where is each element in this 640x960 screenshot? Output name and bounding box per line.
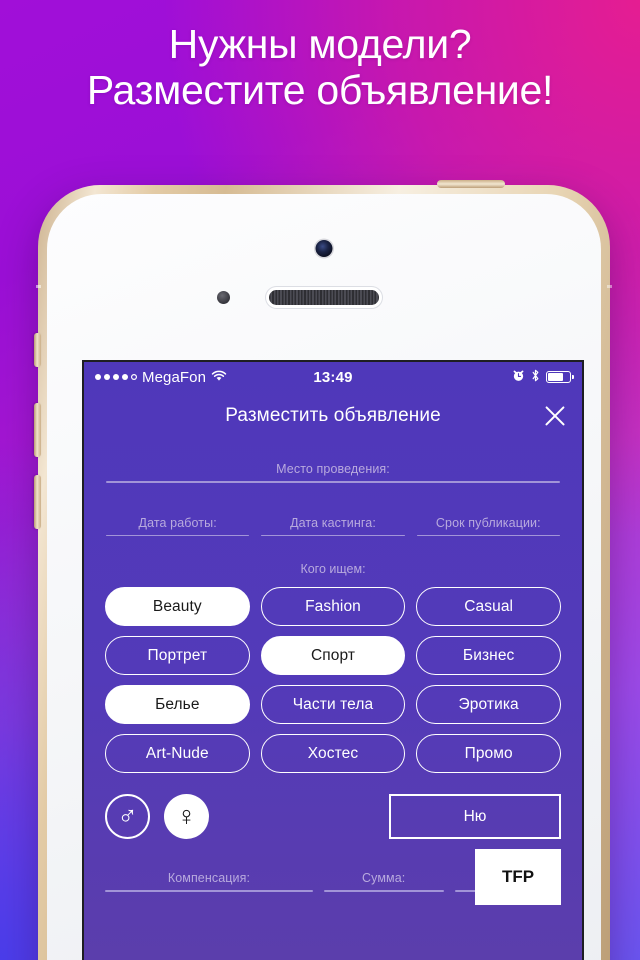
compensation-label: Компенсация: [167, 871, 251, 886]
work-date-input-underline[interactable] [106, 534, 250, 537]
category-pill[interactable]: Белье [105, 685, 250, 725]
category-pill[interactable]: Эротика [416, 685, 561, 725]
phone-mockup: MegaFon 13:49 Разместить объявление Мест… [34, 180, 612, 960]
female-symbol-icon: ♀ [176, 801, 197, 832]
category-pill[interactable]: Casual [416, 587, 561, 627]
category-pill[interactable]: Fashion [260, 587, 406, 627]
phone-frame: MegaFon 13:49 Разместить объявление Мест… [34, 180, 612, 960]
amount-input-underline[interactable] [323, 890, 444, 892]
gender-female-button[interactable]: ♀ [164, 794, 209, 840]
amount-label: Сумма: [362, 871, 406, 886]
alarm-clock-icon [512, 369, 525, 385]
category-pill[interactable]: Хостес [260, 734, 406, 774]
publish-term-input-underline[interactable] [416, 534, 560, 537]
front-camera-icon [315, 240, 333, 257]
phone-front-panel: MegaFon 13:49 Разместить объявление Мест… [47, 194, 601, 960]
category-pill[interactable]: Промо [416, 734, 561, 774]
page-title: Разместить объявление [225, 405, 441, 426]
male-symbol-icon: ♂ [117, 801, 138, 832]
compensation-input-underline[interactable] [105, 890, 313, 892]
casting-date-field[interactable]: Дата кастинга: [261, 515, 405, 537]
status-bar: MegaFon 13:49 [84, 362, 582, 392]
bluetooth-icon [531, 369, 540, 385]
gender-male-button[interactable]: ♂ [105, 794, 150, 840]
category-grid: Beauty Fashion Casual Портрет Спорт Бизнес Бел… [105, 587, 561, 774]
carrier-label: MegaFon [142, 368, 207, 386]
wifi-icon [211, 369, 227, 385]
phone-mute-switch [34, 333, 41, 367]
venue-label: Место проведения: [276, 462, 390, 476]
dates-row: Дата работы: Дата кастинга: Срок публика… [106, 516, 560, 537]
phone-antenna-line-left [36, 285, 41, 288]
promo-headline: Нужны модели? Разместите объявление! [0, 21, 640, 114]
category-pill[interactable]: Портрет [105, 636, 250, 676]
earpiece-speaker-icon [269, 290, 379, 305]
categories-caption: Кого ищем: [300, 562, 366, 577]
phone-antenna-line-right [607, 285, 612, 288]
compensation-field[interactable]: Компенсация: [105, 871, 313, 892]
promo-banner: Нужны модели? Разместите объявление! Meg… [0, 0, 640, 960]
publish-term-label: Срок публикации: [435, 515, 541, 530]
casting-date-input-underline[interactable] [261, 534, 405, 537]
work-date-field[interactable]: Дата работы: [106, 515, 250, 537]
app-screen: MegaFon 13:49 Разместить объявление Мест… [84, 362, 582, 960]
status-bar-left: MegaFon [95, 369, 227, 386]
category-pill[interactable]: Art-Nude [105, 734, 250, 774]
phone-volume-down-button [34, 475, 41, 529]
close-icon[interactable] [542, 403, 568, 429]
category-pill[interactable]: Части тела [260, 685, 406, 725]
signal-strength-icon [95, 374, 137, 380]
venue-input-underline[interactable] [106, 481, 560, 483]
status-bar-right [512, 369, 574, 385]
nude-toggle-button[interactable]: Ню [389, 794, 561, 840]
venue-field[interactable]: Место проведения: [106, 462, 560, 483]
promo-headline-line1: Нужны модели? [168, 21, 472, 67]
compensation-row: Компенсация: Сумма: Валюта: TFP [105, 848, 561, 905]
phone-volume-up-button [34, 403, 41, 457]
tfp-button[interactable]: TFP [475, 848, 561, 905]
casting-date-label: Дата кастинга: [290, 515, 376, 530]
navigation-bar: Разместить объявление [84, 392, 582, 440]
proximity-sensor-icon [217, 291, 230, 304]
category-pill[interactable]: Бизнес [416, 636, 561, 676]
category-pill[interactable]: Спорт [260, 636, 406, 676]
category-pill[interactable]: Beauty [105, 587, 250, 627]
promo-headline-line2: Разместите объявление! [86, 66, 554, 113]
phone-power-button [437, 180, 505, 188]
publish-term-field[interactable]: Срок публикации: [416, 515, 560, 537]
battery-icon [546, 371, 574, 383]
work-date-label: Дата работы: [138, 515, 217, 530]
amount-field[interactable]: Сумма: [323, 871, 444, 892]
gender-row: ♂ ♀ Ню [105, 794, 561, 840]
